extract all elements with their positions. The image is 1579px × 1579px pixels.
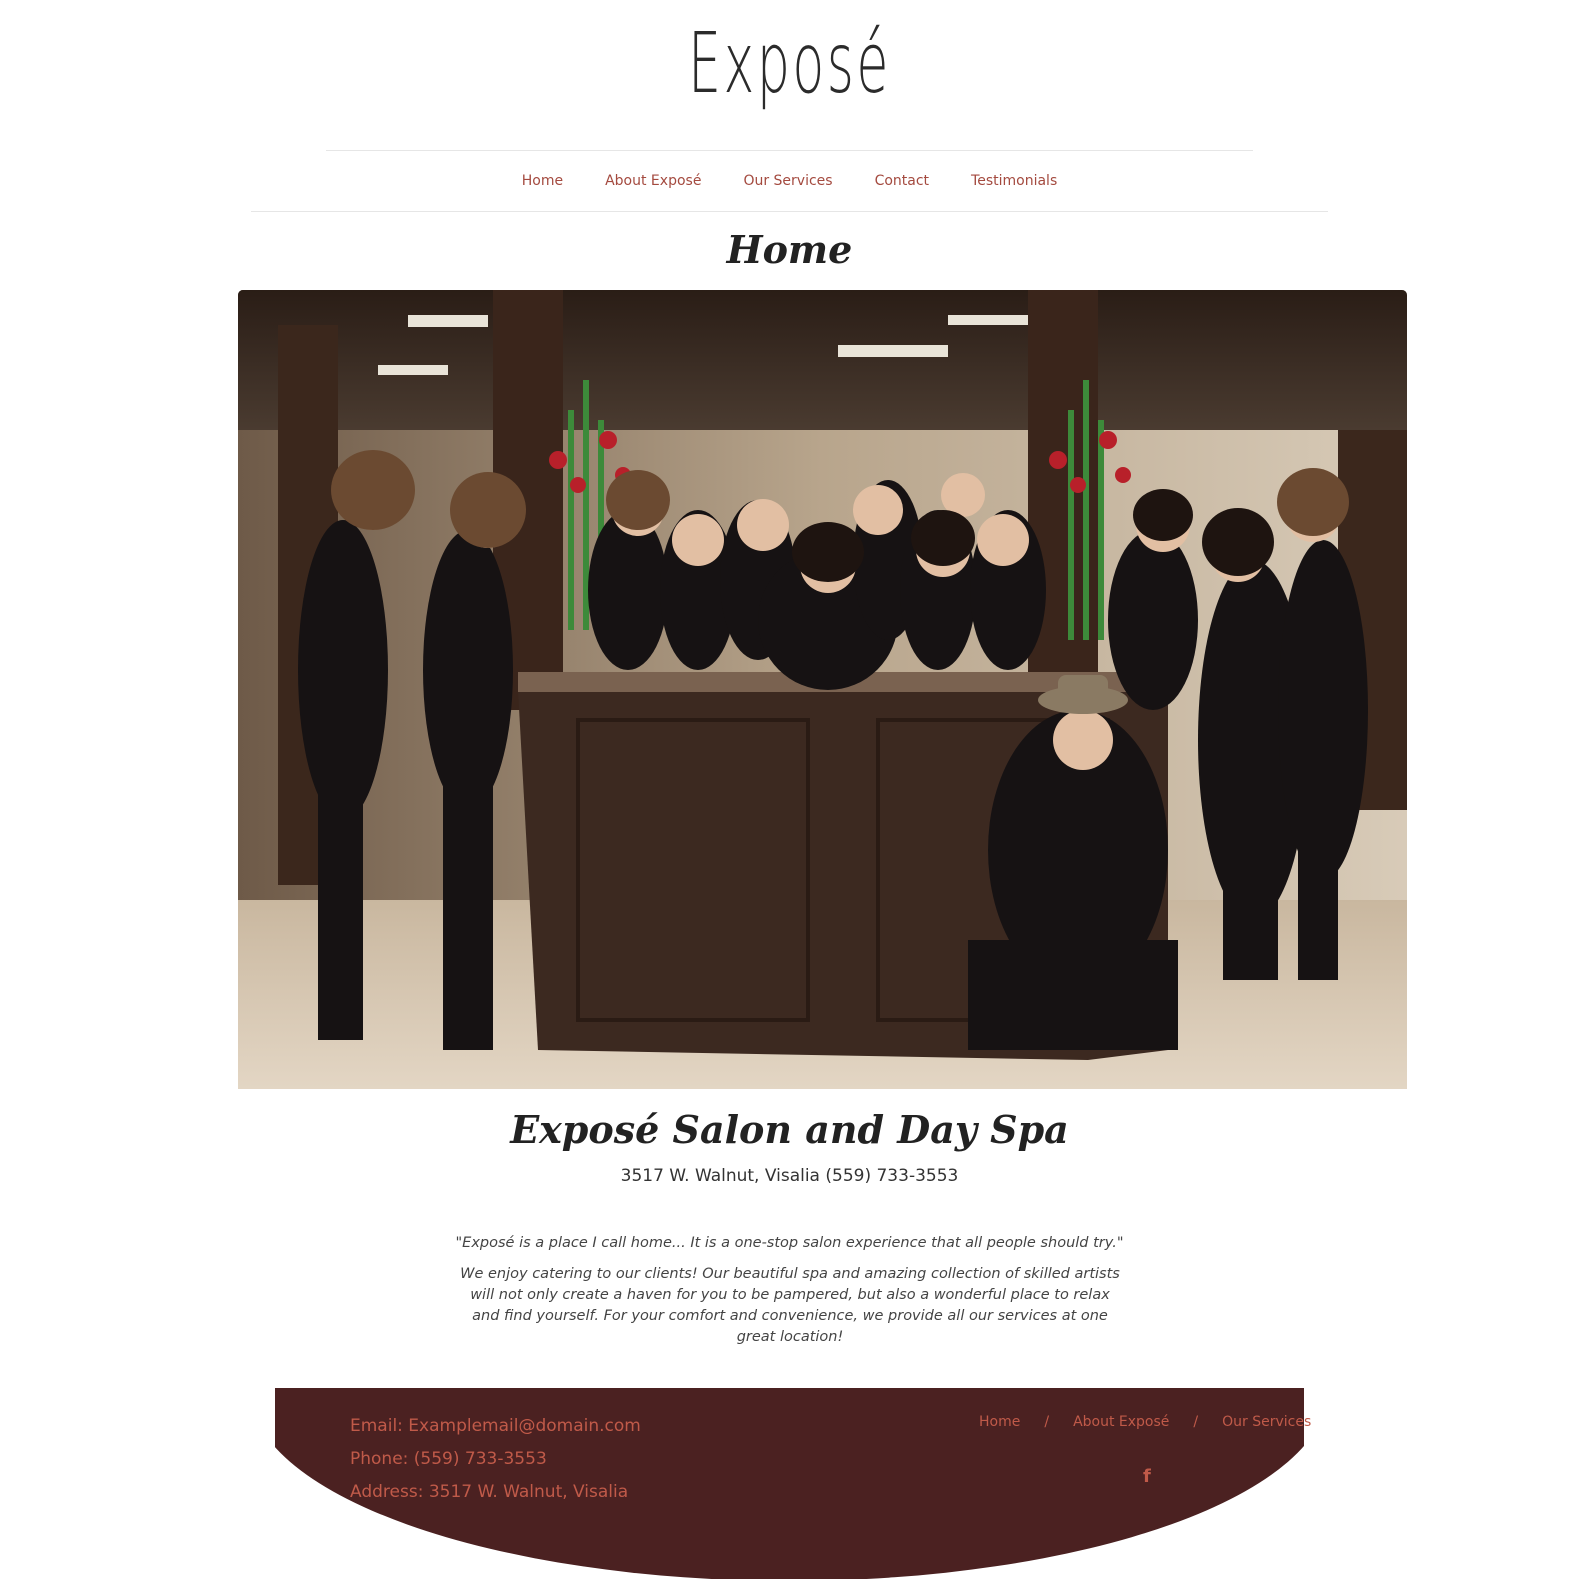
main-nav: Home About Exposé Our Services Contact T… [0, 170, 1579, 192]
footer-email[interactable]: Email: Examplemail@domain.com [350, 1414, 641, 1438]
intro-paragraph: We enjoy catering to our clients! Our be… [460, 1266, 1120, 1345]
footer-nav: Home / About Exposé / Our Services [979, 1414, 1311, 1430]
footer-nav-separator: / [1193, 1414, 1199, 1430]
salon-name-heading: Exposé Salon and Day Spa [510, 1107, 1069, 1152]
address-line: 3517 W. Walnut, Visalia (559) 733-3553 [620, 1166, 959, 1186]
header-divider [326, 150, 1253, 151]
nav-item-home[interactable]: Home [501, 170, 584, 192]
footer-address: Address: 3517 W. Walnut, Visalia [350, 1482, 629, 1502]
page-title: Home [726, 227, 853, 272]
nav-item-testimonials[interactable]: Testimonials [950, 170, 1078, 192]
nav-item-contact[interactable]: Contact [854, 170, 950, 192]
footer-phone[interactable]: Phone: (559) 733-3553 [350, 1447, 547, 1471]
footer-nav-about[interactable]: About Exposé [1073, 1414, 1169, 1430]
nav-divider [251, 211, 1328, 212]
footer-nav-home[interactable]: Home [979, 1414, 1020, 1430]
footer-nav-separator: / [1044, 1414, 1050, 1430]
nav-item-about[interactable]: About Exposé [584, 170, 722, 192]
site-logo[interactable]: Exposé [300, 8, 1279, 118]
hero-team-photo [238, 290, 1407, 1089]
testimonial-quote: "Exposé is a place I call home... It is … [455, 1235, 1124, 1251]
footer-nav-services[interactable]: Our Services [1222, 1414, 1311, 1430]
site-footer: Email: Examplemail@domain.com Phone: (55… [275, 1388, 1311, 1579]
facebook-icon[interactable]: f [1143, 1466, 1151, 1487]
nav-item-services[interactable]: Our Services [722, 170, 853, 192]
